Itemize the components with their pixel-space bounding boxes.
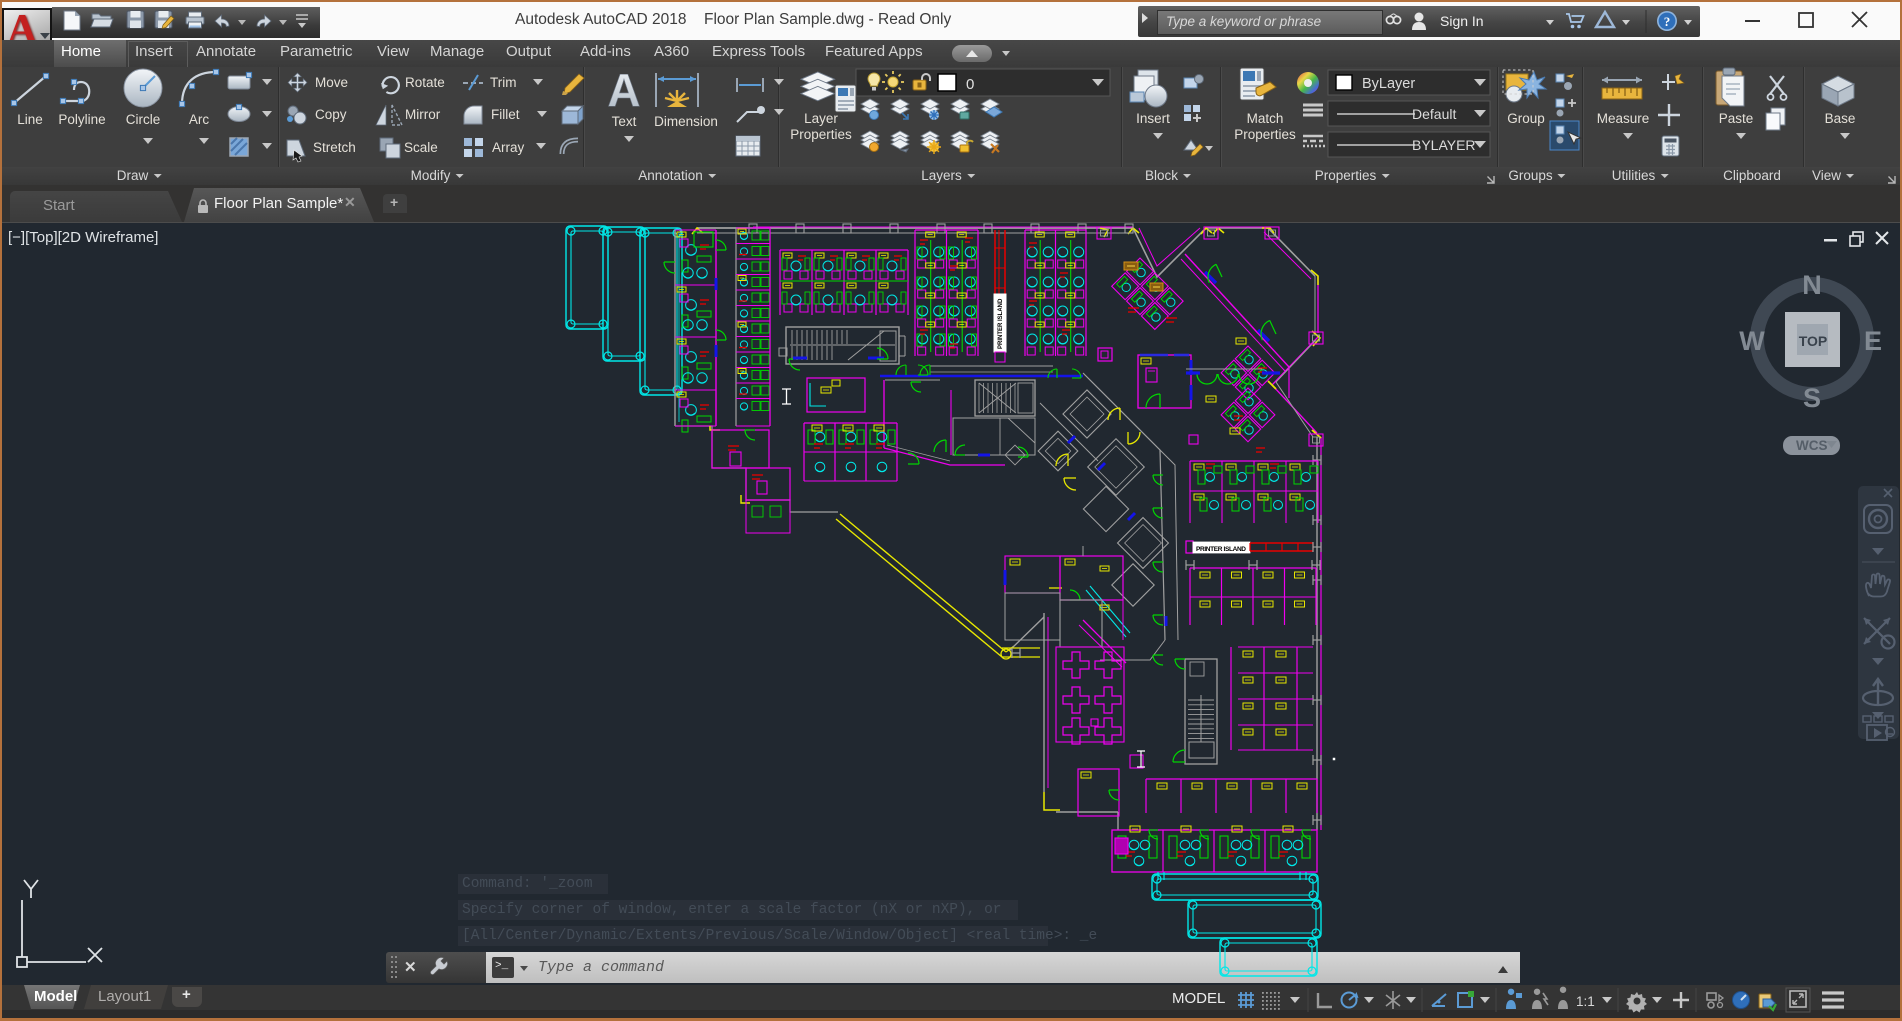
svg-text:PRINTER ISLAND: PRINTER ISLAND [998,298,1004,349]
svg-text:PRINTER ISLAND: PRINTER ISLAND [1196,546,1246,553]
